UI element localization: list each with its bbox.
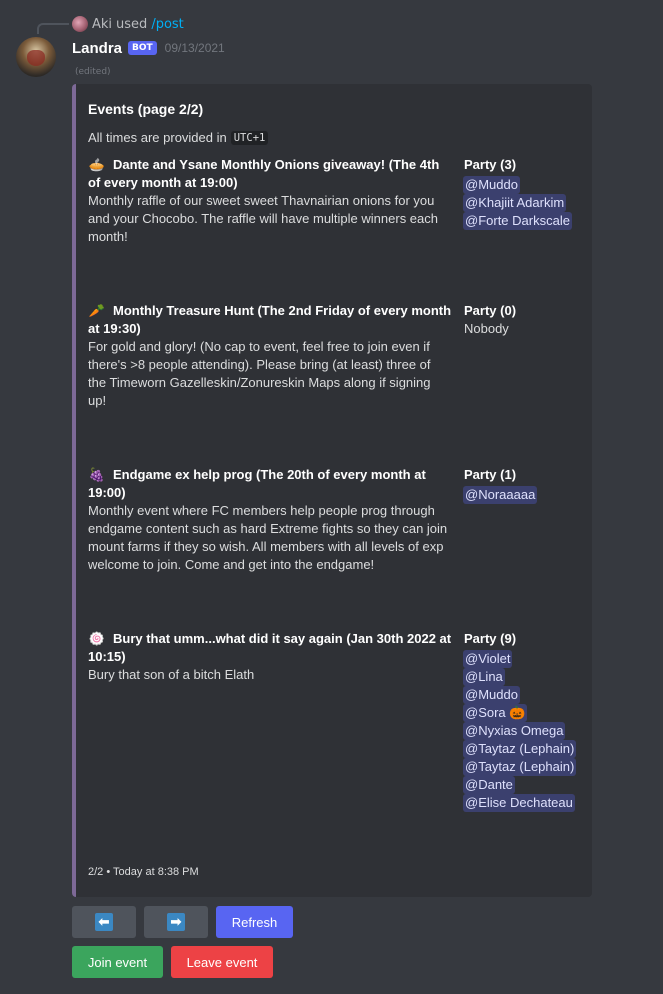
arrow-left-icon: ⬅	[95, 913, 113, 931]
reply-username[interactable]: Aki	[92, 17, 112, 32]
event-description: For gold and glory! (No cap to event, fe…	[88, 339, 431, 408]
reply-command[interactable]: /post	[151, 17, 183, 32]
party-title: Party (3)	[464, 157, 517, 172]
leave-event-button[interactable]: Leave event	[171, 946, 273, 978]
event-title: 🍥 Bury that umm...what did it say again (…	[88, 630, 452, 666]
event-item: 🥧 Dante and Ysane Monthly Onions giveaway…	[88, 156, 452, 246]
event-title-text: Bury that umm...what did it say again (J…	[88, 631, 452, 664]
event-embed: Events (page 2/2) All times are provided…	[72, 84, 592, 897]
user-mention[interactable]: @Noraaaaa	[463, 486, 538, 504]
event-description: Monthly raffle of our sweet sweet Thavna…	[88, 193, 438, 244]
avatar[interactable]	[16, 37, 56, 77]
reply-avatar	[72, 16, 88, 32]
message-timestamp: 09/13/2021	[164, 41, 225, 55]
party-title: Party (9)	[464, 631, 517, 646]
event-title-text: Dante and Ysane Monthly Onions giveaway!…	[88, 157, 440, 190]
party-title: Party (0)	[464, 303, 517, 318]
event-party: Party (9) @Violet @Lina @Muddo @Sora 🎃 @…	[463, 630, 589, 812]
username[interactable]: Landra	[72, 40, 122, 57]
user-mention[interactable]: @Forte Darkscale	[463, 212, 572, 230]
event-item: 🥕 Monthly Treasure Hunt (The 2nd Friday o…	[88, 302, 452, 410]
party-empty-text: Nobody	[464, 321, 509, 336]
event-title: 🥧 Dante and Ysane Monthly Onions giveaway…	[88, 156, 452, 192]
bot-tag: BOT	[128, 41, 157, 55]
event-item: 🍇 Endgame ex help prog (The 20th of every…	[88, 466, 452, 574]
reply-context[interactable]: Aki used /post	[72, 15, 184, 33]
refresh-button[interactable]: Refresh	[216, 906, 293, 938]
edited-label: (edited)	[75, 67, 111, 77]
event-title-text: Endgame ex help prog (The 20th of every …	[88, 467, 426, 500]
party-title: Party (1)	[464, 467, 517, 482]
event-title-text: Monthly Treasure Hunt (The 2nd Friday of…	[88, 303, 452, 336]
event-title: 🍇 Endgame ex help prog (The 20th of every…	[88, 466, 452, 502]
pie-icon: 🥧	[88, 157, 106, 172]
message-header: Landra BOT 09/13/2021	[72, 38, 225, 58]
event-title: 🥕 Monthly Treasure Hunt (The 2nd Friday o…	[88, 302, 452, 338]
previous-page-button[interactable]: ⬅	[72, 906, 136, 938]
user-mention[interactable]: @Elise Dechateau	[463, 794, 575, 812]
grapes-icon: 🍇	[88, 467, 106, 482]
timezone-code: UTC+1	[230, 130, 269, 145]
timezone-text: All times are provided in	[88, 130, 227, 145]
reply-connector	[37, 23, 69, 34]
event-party: Party (0) Nobody	[464, 302, 589, 338]
embed-footer: 2/2 • Today at 8:38 PM	[88, 866, 199, 878]
fishcake-icon: 🍥	[88, 631, 106, 646]
event-party: Party (3) @Muddo @Khajiit Adarkim @Forte…	[463, 156, 589, 230]
event-description: Bury that son of a bitch Elath	[88, 667, 255, 682]
carrot-icon: 🥕	[88, 303, 106, 318]
event-description: Monthly event where FC members help peop…	[88, 503, 448, 572]
event-item: 🍥 Bury that umm...what did it say again (…	[88, 630, 452, 684]
next-page-button[interactable]: ➡	[144, 906, 208, 938]
join-event-button[interactable]: Join event	[72, 946, 163, 978]
event-party: Party (1) @Noraaaaa	[463, 466, 589, 504]
embed-description: All times are provided in UTC+1	[88, 130, 269, 145]
reply-used-text: used	[116, 16, 148, 32]
arrow-right-icon: ➡	[167, 913, 185, 931]
embed-title: Events (page 2/2)	[88, 101, 204, 117]
